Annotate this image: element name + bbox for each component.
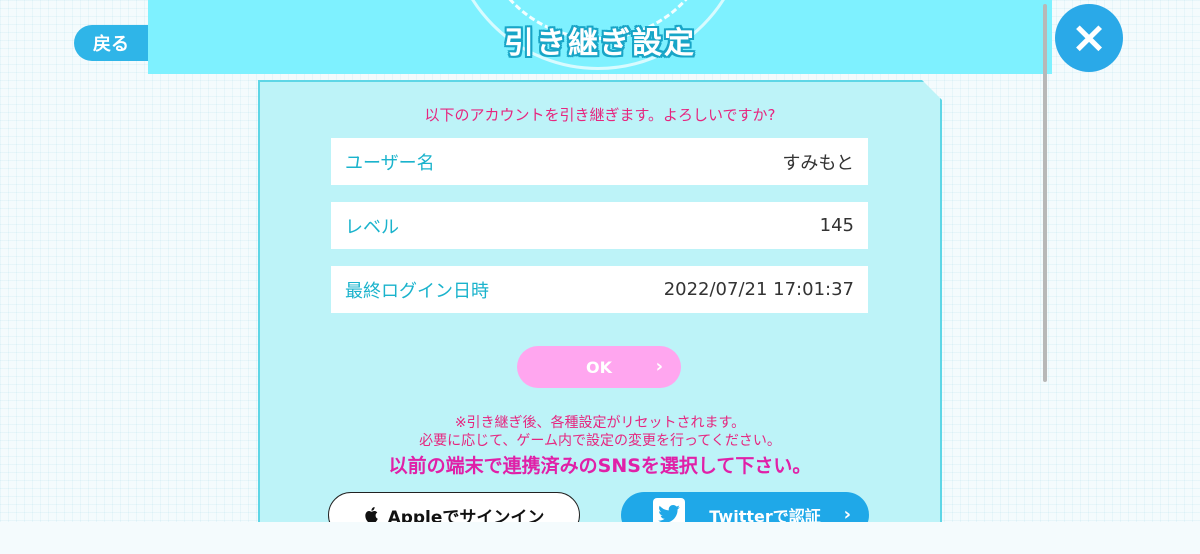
back-button[interactable]: 戻る — [74, 25, 148, 61]
info-label: レベル — [345, 216, 399, 238]
sns-select-instruction: 以前の端末で連携済みのSNSを選択して下さい。 — [388, 455, 812, 477]
ok-button-label: OK — [586, 357, 612, 377]
info-label: ユーザー名 — [345, 152, 435, 174]
bottom-cutoff — [0, 522, 1200, 554]
info-value: 2022/07/21 17:01:37 — [663, 279, 854, 300]
header-band: 引き継ぎ設定 — [148, 0, 1052, 74]
page-title: 引き継ぎ設定 — [504, 26, 696, 61]
info-value: すみもと — [782, 152, 854, 174]
settings-notice: 必要に応じて、ゲーム内で設定の変更を行ってください。 — [419, 433, 781, 449]
info-row-level: レベル 145 — [331, 202, 868, 249]
close-button[interactable]: × — [1055, 4, 1123, 72]
ok-button[interactable]: OK › — [517, 346, 681, 388]
chevron-right-icon: › — [655, 356, 663, 377]
scrollbar[interactable] — [1043, 4, 1047, 382]
info-row-username: ユーザー名 すみもと — [331, 138, 868, 185]
info-row-last-login: 最終ログイン日時 2022/07/21 17:01:37 — [331, 266, 868, 313]
reset-notice: ※引き継ぎ後、各種設定がリセットされます。 — [454, 415, 746, 431]
info-label: 最終ログイン日時 — [345, 280, 489, 302]
confirm-message: 以下のアカウントを引き継ぎます。よろしいですか? — [424, 106, 776, 124]
close-icon: × — [1070, 12, 1108, 63]
info-value: 145 — [819, 215, 854, 236]
